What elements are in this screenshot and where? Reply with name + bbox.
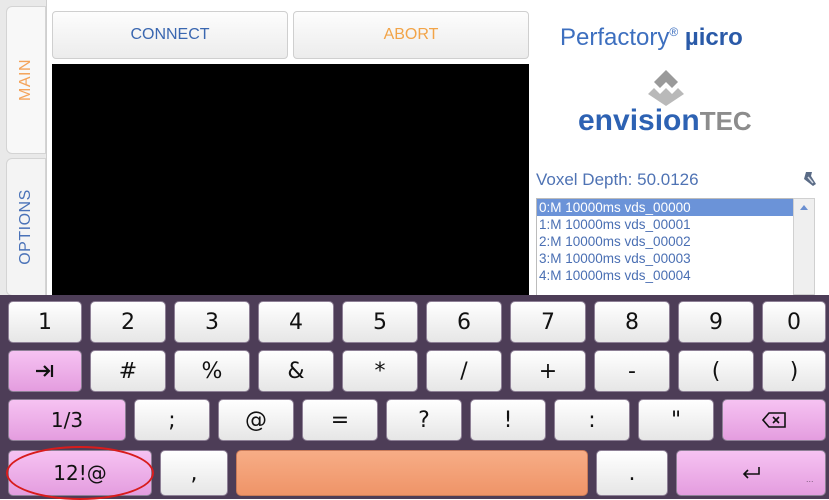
key-colon[interactable]: :: [554, 399, 630, 441]
key-2[interactable]: 2: [90, 301, 166, 343]
company-suffix: TEC: [699, 106, 752, 136]
key-5[interactable]: 5: [342, 301, 418, 343]
keyboard-resize-handle[interactable]: ...: [806, 474, 814, 484]
key-7[interactable]: 7: [510, 301, 586, 343]
key-plus[interactable]: +: [510, 350, 586, 392]
list-item[interactable]: 3:M 10000ms vds_00003: [537, 250, 793, 267]
key-1[interactable]: 1: [8, 301, 82, 343]
key-minus[interactable]: -: [594, 350, 670, 392]
key-exclamation[interactable]: !: [470, 399, 546, 441]
key-open-paren[interactable]: (: [678, 350, 754, 392]
key-8[interactable]: 8: [594, 301, 670, 343]
key-6[interactable]: 6: [426, 301, 502, 343]
key-9[interactable]: 9: [678, 301, 754, 343]
key-asterisk[interactable]: *: [342, 350, 418, 392]
enter-key[interactable]: [676, 450, 826, 496]
key-hash[interactable]: #: [90, 350, 166, 392]
product-suffix: µicro: [684, 24, 743, 51]
company-logo: envisionTEC: [578, 104, 752, 138]
list-item[interactable]: 0:M 10000ms vds_00000: [537, 199, 793, 216]
slice-list[interactable]: 0:M 10000ms vds_00000 1:M 10000ms vds_00…: [536, 198, 794, 297]
space-key[interactable]: [236, 450, 588, 496]
product-name: Perfactory: [560, 24, 670, 51]
scroll-up-icon[interactable]: [800, 205, 808, 210]
key-semicolon[interactable]: ;: [134, 399, 210, 441]
camera-preview: [52, 64, 529, 295]
voxel-depth-label: Voxel Depth: 50.0126: [536, 170, 699, 189]
key-ampersand[interactable]: &: [258, 350, 334, 392]
tab-options-label: OPTIONS: [17, 189, 35, 265]
tab-main-label: MAIN: [17, 59, 34, 101]
key-comma[interactable]: ,: [160, 450, 228, 496]
product-logo: Perfactory® µicro: [560, 24, 743, 52]
key-equals[interactable]: =: [302, 399, 378, 441]
enter-icon: [742, 467, 760, 479]
tab-arrow-icon: [36, 365, 54, 377]
company-name: envision: [578, 104, 700, 137]
backspace-key[interactable]: [722, 399, 826, 441]
list-item[interactable]: 4:M 10000ms vds_00004: [537, 267, 793, 284]
key-quote[interactable]: ": [638, 399, 714, 441]
key-slash[interactable]: /: [426, 350, 502, 392]
key-at[interactable]: @: [218, 399, 294, 441]
app-window: MAIN OPTIONS CONNECT ABORT Perfactory® µ…: [0, 0, 829, 297]
key-close-paren[interactable]: ): [762, 350, 826, 392]
key-3[interactable]: 3: [174, 301, 250, 343]
backspace-icon: [762, 412, 786, 428]
page-toggle-key[interactable]: 1/3: [8, 399, 126, 441]
flask-icon[interactable]: [801, 171, 817, 187]
list-item[interactable]: 2:M 10000ms vds_00002: [537, 233, 793, 250]
key-question[interactable]: ?: [386, 399, 462, 441]
connect-button[interactable]: CONNECT: [52, 11, 288, 59]
tab-key[interactable]: [8, 350, 82, 392]
tab-options[interactable]: OPTIONS: [6, 158, 46, 296]
side-tab-bar: MAIN OPTIONS: [0, 0, 47, 296]
highlight-annotation: [6, 446, 154, 500]
list-scrollbar[interactable]: [793, 198, 815, 295]
tab-main[interactable]: MAIN: [6, 6, 46, 154]
registered-mark: ®: [669, 25, 679, 39]
key-period[interactable]: .: [596, 450, 668, 496]
envisiontec-logo-icon: [648, 70, 684, 106]
key-percent[interactable]: %: [174, 350, 250, 392]
key-4[interactable]: 4: [258, 301, 334, 343]
list-item[interactable]: 1:M 10000ms vds_00001: [537, 216, 793, 233]
abort-button[interactable]: ABORT: [293, 11, 529, 59]
key-0[interactable]: 0: [762, 301, 826, 343]
